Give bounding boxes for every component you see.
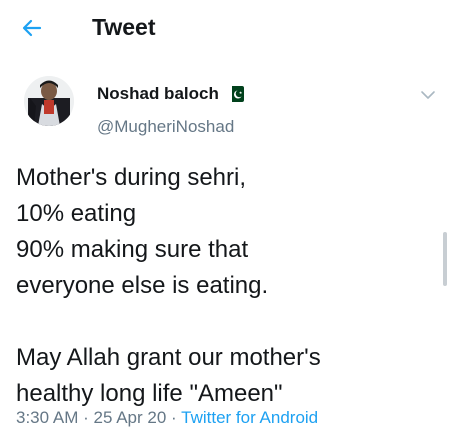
author-name-row: Noshad baloch — [97, 84, 244, 104]
top-bar: Tweet — [0, 0, 450, 56]
pakistan-flag-icon — [227, 86, 244, 102]
tweet-time: 3:30 AM — [16, 408, 79, 427]
meta-separator: · — [83, 408, 89, 427]
display-name[interactable]: Noshad baloch — [97, 84, 219, 104]
tweet-meta: 3:30 AM · 25 Apr 20 · Twitter for Androi… — [16, 408, 318, 428]
chevron-down-icon[interactable] — [420, 88, 436, 102]
tweet-text: Mother's during sehri, 10% eating 90% ma… — [16, 164, 321, 407]
avatar[interactable] — [24, 76, 74, 126]
page-title: Tweet — [92, 14, 156, 40]
user-handle[interactable]: @MugheriNoshad — [97, 117, 234, 137]
tweet-date: 25 Apr 20 — [93, 408, 167, 427]
back-button[interactable] — [18, 14, 46, 42]
scrollbar[interactable] — [443, 232, 447, 286]
tweet-source-link[interactable]: Twitter for Android — [181, 408, 318, 427]
meta-separator: · — [171, 408, 177, 427]
avatar-image — [24, 76, 74, 126]
arrow-left-icon — [22, 19, 42, 37]
